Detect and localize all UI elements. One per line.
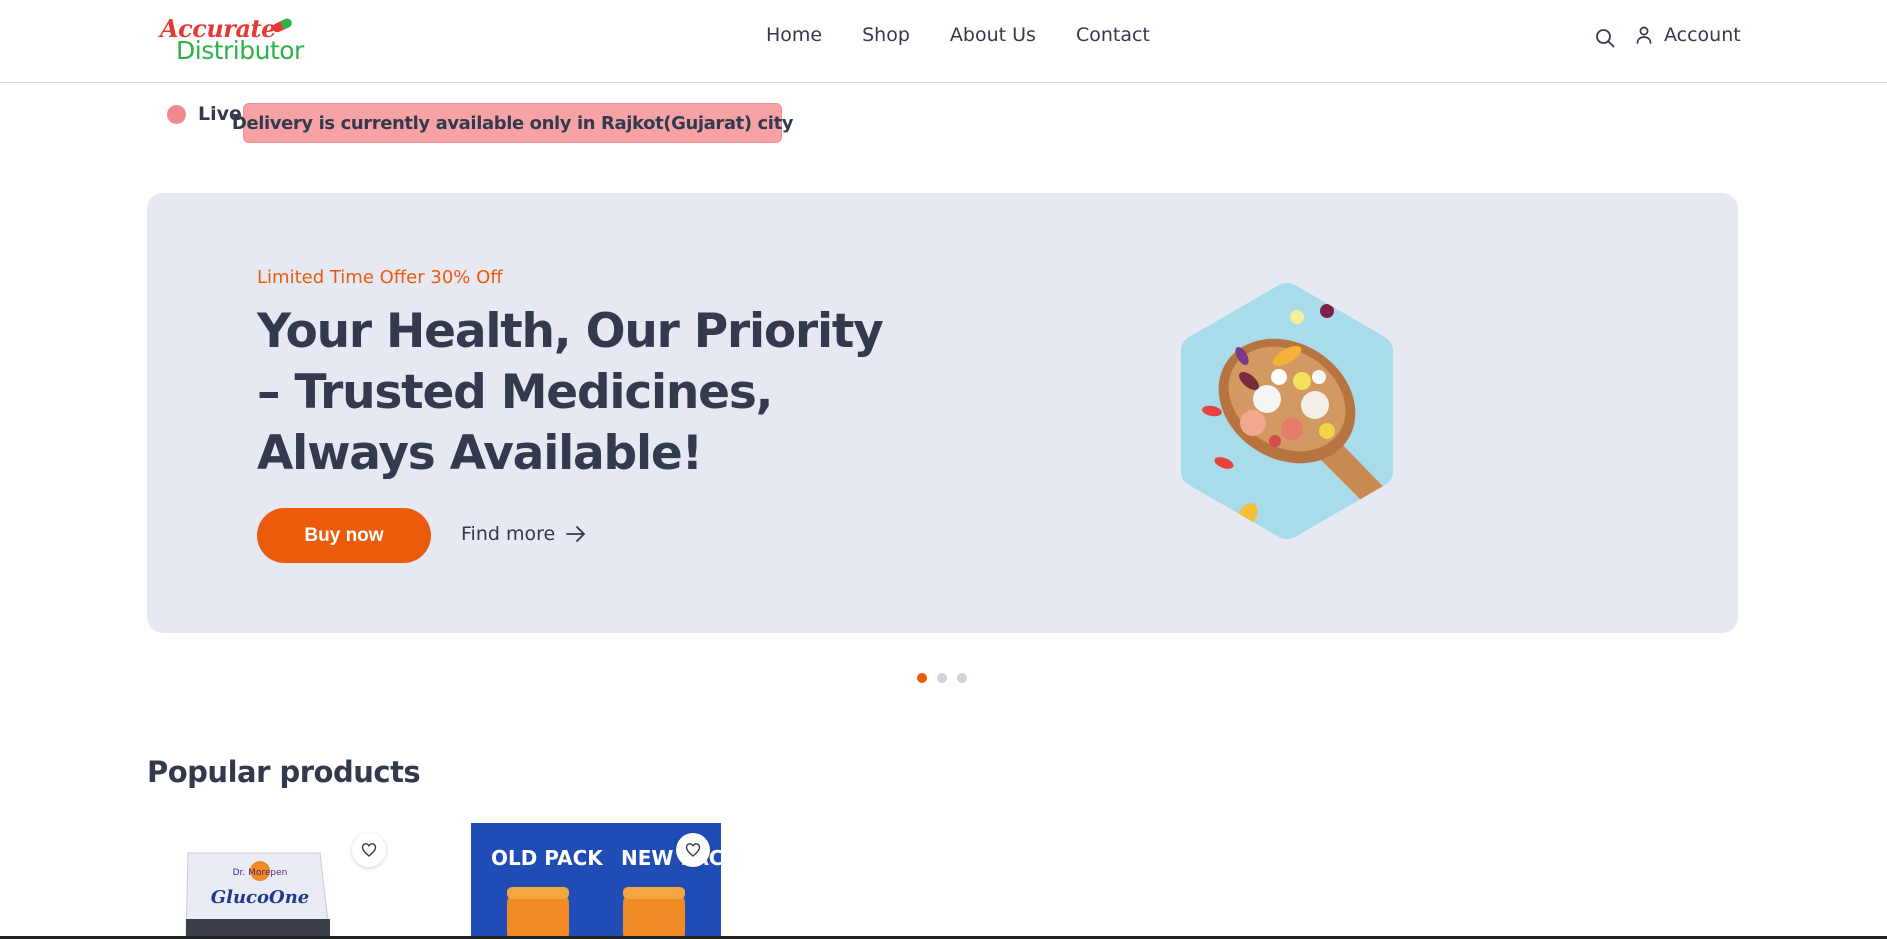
nav-about-us[interactable]: About Us (950, 24, 1036, 46)
live-dot (167, 104, 186, 124)
hero-headline: Your Health, Our Priority – Trusted Medi… (257, 304, 884, 481)
nav-contact[interactable]: Contact (1076, 24, 1150, 46)
account-label: Account (1664, 24, 1741, 46)
live-indicator: Live (167, 103, 242, 125)
delivery-notice: Delivery is currently available only in … (232, 103, 794, 143)
product-name-text: GlucoOne (211, 887, 309, 908)
wishlist-button[interactable] (676, 833, 710, 867)
offer-text: Limited Time Offer 30% Off (257, 267, 503, 288)
find-more-link[interactable]: Find more (461, 523, 587, 545)
buy-now-button[interactable]: Buy now (257, 508, 431, 563)
product-image: Dr. Morepen GlucoOne (185, 852, 331, 939)
wishlist-button[interactable] (352, 833, 386, 867)
nav-home[interactable]: Home (766, 24, 822, 46)
account-link[interactable]: Account (1634, 24, 1741, 46)
product-brand-text: Dr. Morepen (233, 868, 288, 878)
nav-shop[interactable]: Shop (862, 24, 910, 46)
arrow-right-icon (566, 526, 586, 542)
heart-icon (361, 843, 377, 857)
site-logo[interactable]: Accurate Distributor (158, 14, 304, 65)
site-header: Accurate Distributor Home Shop About Us … (0, 0, 1887, 83)
carousel-dot[interactable] (917, 673, 927, 683)
hero-banner: Limited Time Offer 30% Off Your Health, … (147, 193, 1738, 633)
pill-logo-icon (272, 18, 292, 32)
carousel-dots (917, 673, 967, 683)
heart-icon (685, 843, 701, 857)
logo-line2: Distributor (176, 36, 304, 65)
popular-products-title: Popular products (147, 755, 421, 789)
carousel-dot[interactable] (937, 673, 947, 683)
old-pack-text: OLD PACK (491, 846, 604, 870)
search-icon[interactable] (1594, 27, 1616, 49)
product-card-glucoone[interactable]: Dr. Morepen GlucoOne (180, 823, 340, 939)
carousel-dot[interactable] (957, 673, 967, 683)
user-icon (1636, 26, 1652, 44)
main-nav: Home Shop About Us Contact (766, 24, 1150, 46)
find-more-label: Find more (461, 523, 556, 545)
pills-hexagon-image (1181, 283, 1393, 539)
